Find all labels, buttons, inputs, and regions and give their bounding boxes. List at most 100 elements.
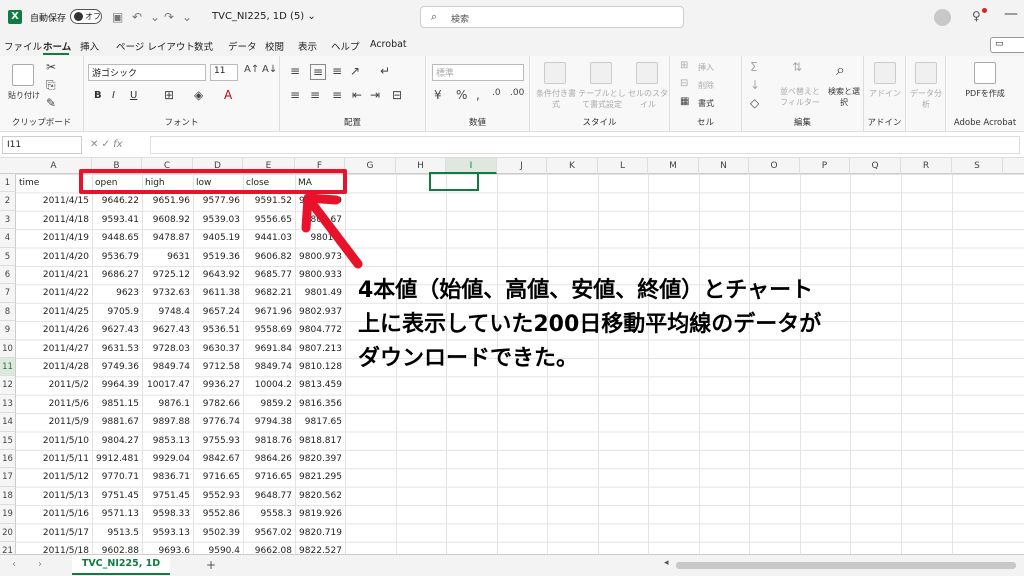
data-cell[interactable]: 9804.772: [295, 321, 345, 339]
add-sheet-icon[interactable]: +: [206, 558, 216, 572]
data-cell[interactable]: 9751.45: [92, 487, 142, 505]
bold-button[interactable]: B: [94, 90, 102, 101]
delete-cells-icon[interactable]: ⊟: [680, 78, 688, 89]
name-box[interactable]: I11: [2, 136, 82, 154]
column-header-R[interactable]: R: [901, 158, 952, 174]
font-name-select[interactable]: 游ゴシック: [88, 64, 206, 81]
wrap-text-icon[interactable]: ↵: [380, 64, 390, 78]
row-header[interactable]: 15: [0, 431, 16, 450]
row-header[interactable]: 13: [0, 394, 16, 414]
data-cell[interactable]: 9671.96: [243, 303, 295, 321]
format-as-table-label[interactable]: テーブルとして書式設定: [576, 88, 628, 110]
comma-icon[interactable]: ,: [476, 88, 480, 102]
data-cell[interactable]: 9802.937: [295, 303, 345, 321]
find-select-label[interactable]: 検索と選択: [826, 86, 862, 108]
data-cell[interactable]: 9651.96: [142, 192, 193, 210]
format-painter-icon[interactable]: ✎: [46, 96, 56, 110]
data-cell[interactable]: 9441.03: [243, 229, 295, 247]
data-cell[interactable]: 9648.77: [243, 487, 295, 505]
data-analysis-label[interactable]: データ分析: [910, 88, 942, 110]
data-analysis-icon[interactable]: [915, 62, 937, 84]
conditional-format-icon[interactable]: [544, 62, 566, 84]
avatar[interactable]: [934, 9, 951, 26]
column-header-O[interactable]: O: [749, 158, 800, 174]
conditional-format-label[interactable]: 条件付き書式: [536, 88, 576, 110]
data-cell[interactable]: 9821.295: [295, 468, 345, 486]
find-select-icon[interactable]: ⌕: [836, 60, 845, 80]
lightbulb-icon[interactable]: ♀: [972, 9, 981, 23]
data-cell[interactable]: 9748.4: [142, 303, 193, 321]
data-cell[interactable]: 9691.84: [243, 340, 295, 358]
data-cell[interactable]: 2011/5/2: [16, 376, 92, 394]
data-cell[interactable]: 9807.213: [295, 340, 345, 358]
data-cell[interactable]: 9608.92: [142, 211, 193, 229]
row-header[interactable]: 4: [0, 229, 16, 248]
column-header-G[interactable]: G: [345, 158, 396, 174]
horizontal-scrollbar[interactable]: [676, 562, 1016, 569]
data-cell[interactable]: 9849.74: [142, 358, 193, 376]
number-format-select[interactable]: 標準: [432, 64, 524, 81]
create-pdf-label[interactable]: PDFを作成: [960, 88, 1010, 99]
data-cell[interactable]: 2011/5/13: [16, 487, 92, 505]
data-cell[interactable]: 9751.45: [142, 487, 193, 505]
format-cells-icon[interactable]: ▦: [680, 96, 689, 107]
font-color-icon[interactable]: A: [224, 88, 232, 102]
data-cell[interactable]: 9558.69: [243, 321, 295, 339]
column-header-N[interactable]: N: [699, 158, 749, 174]
merge-center-icon[interactable]: ⊟: [392, 88, 402, 102]
data-cell[interactable]: 9881.67: [92, 413, 142, 431]
align-left-icon[interactable]: ≡: [290, 88, 300, 102]
data-cell[interactable]: 9818.76: [243, 432, 295, 450]
data-cell[interactable]: 9577.96: [193, 192, 243, 210]
tab-formulas[interactable]: 数式: [194, 39, 213, 53]
data-cell[interactable]: 9810.128: [295, 358, 345, 376]
row-header[interactable]: 2: [0, 192, 16, 211]
data-cell[interactable]: 2011/5/12: [16, 468, 92, 486]
underline-button[interactable]: U: [130, 90, 137, 101]
column-header-J[interactable]: J: [497, 158, 547, 174]
column-header-M[interactable]: M: [648, 158, 699, 174]
data-cell[interactable]: 2011/5/11: [16, 450, 92, 468]
align-right-icon[interactable]: ≡: [332, 88, 342, 102]
tab-home[interactable]: ホーム: [43, 39, 71, 53]
paste-label[interactable]: 貼り付け: [8, 90, 40, 101]
row-header[interactable]: 14: [0, 413, 16, 432]
data-cell[interactable]: 2011/5/18: [16, 542, 92, 554]
data-cell[interactable]: 9536.79: [92, 248, 142, 266]
border-icon[interactable]: ⊞: [164, 88, 174, 102]
data-cell[interactable]: 9813.459: [295, 376, 345, 394]
row-header[interactable]: 19: [0, 505, 16, 524]
data-cell[interactable]: 9567.02: [243, 524, 295, 542]
data-cell[interactable]: 9817.65: [295, 413, 345, 431]
copy-icon[interactable]: ⎘: [46, 78, 56, 93]
data-cell[interactable]: 2011/5/17: [16, 524, 92, 542]
row-header[interactable]: 9: [0, 321, 16, 340]
data-cell[interactable]: 2011/5/9: [16, 413, 92, 431]
data-cell[interactable]: 2011/4/21: [16, 266, 92, 284]
tab-view[interactable]: 表示: [298, 39, 317, 53]
data-cell[interactable]: 9705.9: [92, 303, 142, 321]
data-cell[interactable]: 9728.03: [142, 340, 193, 358]
row-header[interactable]: 5: [0, 247, 16, 266]
data-cell[interactable]: 9611.38: [193, 284, 243, 302]
column-header-K[interactable]: K: [547, 158, 598, 174]
data-cell[interactable]: 9929.04: [142, 450, 193, 468]
data-cell[interactable]: 9693.6: [142, 542, 193, 554]
column-header-S[interactable]: S: [952, 158, 1003, 174]
tab-data[interactable]: データ: [228, 39, 257, 53]
sort-filter-icon[interactable]: ⇅: [792, 60, 802, 74]
fx-icon[interactable]: ✕ ✓ fx: [90, 139, 123, 150]
data-cell[interactable]: 9682.21: [243, 284, 295, 302]
row-header[interactable]: 8: [0, 302, 16, 322]
data-cell[interactable]: 9716.65: [193, 468, 243, 486]
data-cell[interactable]: 9818.817: [295, 432, 345, 450]
row-header[interactable]: 7: [0, 284, 16, 303]
data-cell[interactable]: 9820.562: [295, 487, 345, 505]
font-size-select[interactable]: 11: [210, 64, 238, 81]
cell-styles-label[interactable]: セルのスタイル: [628, 88, 668, 110]
data-cell[interactable]: 9571.13: [92, 505, 142, 523]
autosave-toggle[interactable]: オフ: [70, 9, 102, 24]
undo-icon[interactable]: ↶: [132, 10, 142, 24]
data-cell[interactable]: 9851.15: [92, 395, 142, 413]
minimize-icon[interactable]: —: [1004, 6, 1018, 22]
